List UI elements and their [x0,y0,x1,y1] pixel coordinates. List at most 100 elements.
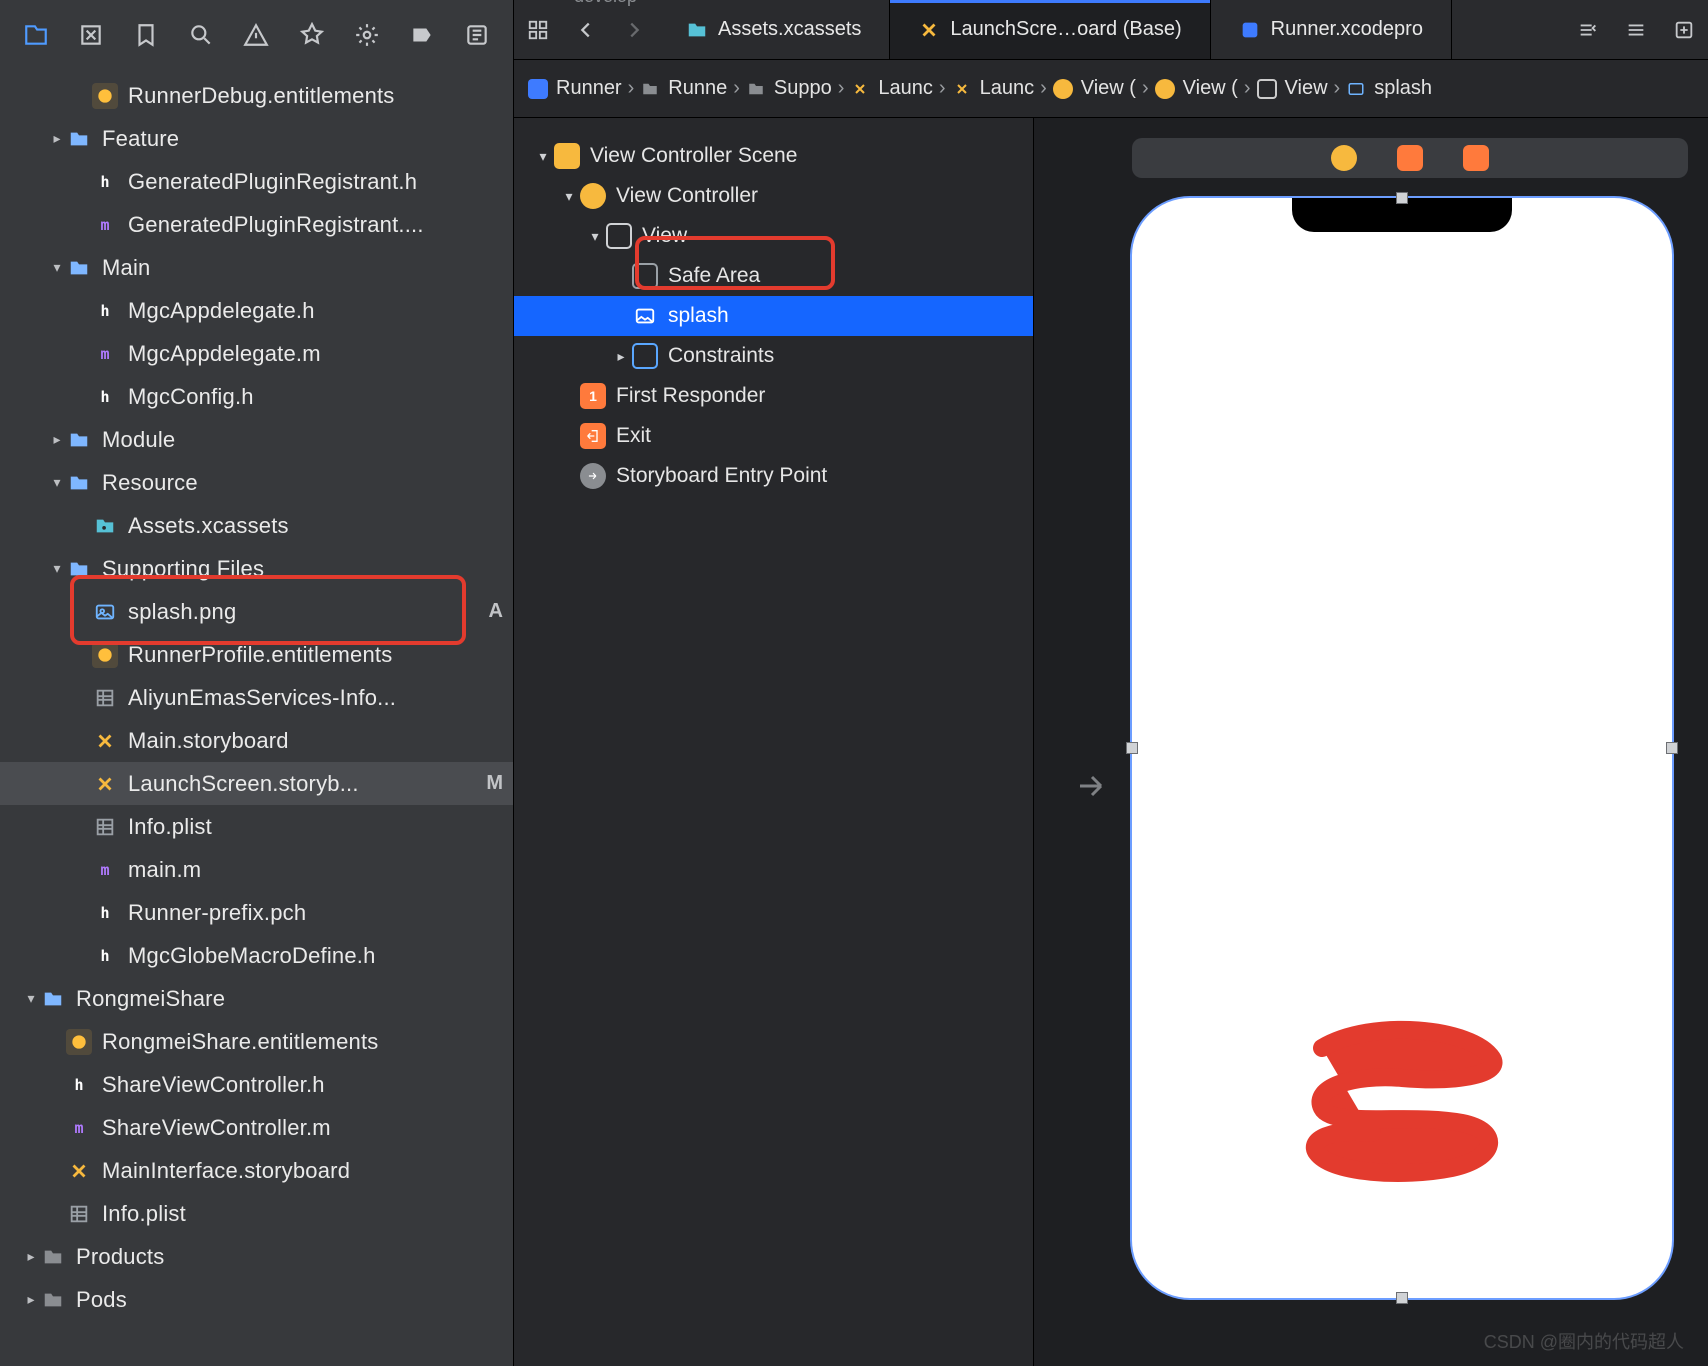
file-tree[interactable]: RunnerDebug.entitlements ▸Feature hGener… [0,70,513,1366]
file-xcassets[interactable]: Assets.xcassets [0,504,513,547]
outline-safe-area[interactable]: Safe Area [514,256,1033,296]
file-header[interactable]: hMgcAppdelegate.h [0,289,513,332]
outline-constraints[interactable]: ▸Constraints [514,336,1033,376]
add-editor-icon[interactable] [1660,0,1708,59]
file-impl[interactable]: mShareViewController.m [0,1106,513,1149]
crumb-splash[interactable]: splash [1346,77,1432,100]
scene-dock[interactable] [1132,138,1688,178]
disclosure-icon[interactable]: ▾ [558,188,580,205]
plist-icon [66,1201,92,1227]
source-control-icon[interactable] [76,20,106,50]
watermark-text: CSDN @圈内的代码超人 [1484,1328,1684,1354]
folder-rongmeishare[interactable]: ▾RongmeiShare [0,977,513,1020]
file-header[interactable]: hMgcGlobeMacroDefine.h [0,934,513,977]
file-header[interactable]: hMgcConfig.h [0,375,513,418]
reports-icon[interactable] [462,20,492,50]
tests-icon[interactable] [297,20,327,50]
file-plist[interactable]: AliyunEmasServices-Info... [0,676,513,719]
outline-exit[interactable]: Exit [514,416,1033,456]
dock-exit-icon[interactable] [1463,145,1489,171]
adjust-editor-icon[interactable] [1612,0,1660,59]
crumb-scene[interactable]: View ( [1053,77,1136,100]
entry-point-arrow-icon[interactable] [1074,768,1110,810]
related-items-icon[interactable] [514,0,562,59]
folder-module[interactable]: ▸Module [0,418,513,461]
tab-launchscreen[interactable]: LaunchScre…oard (Base) [890,0,1210,59]
crumb-vc[interactable]: View ( [1155,77,1238,100]
path-bar[interactable]: Runner› Runne› Suppo› Launc› Launc› View… [514,60,1708,118]
folder-pods[interactable]: ▸Pods [0,1278,513,1321]
file-plist[interactable]: Info.plist [0,1192,513,1235]
disclosure-icon[interactable]: ▸ [22,1248,40,1265]
tab-assets[interactable]: Assets.xcassets [658,0,890,59]
folder-supporting-files[interactable]: ▾Supporting Files [0,547,513,590]
disclosure-icon[interactable]: ▾ [22,990,40,1007]
outline-entry-point[interactable]: Storyboard Entry Point [514,456,1033,496]
crumb-project[interactable]: Runner [528,77,622,100]
resize-handle[interactable] [1396,192,1408,204]
file-splash-png[interactable]: splash.pngA [0,590,513,633]
bookmark-icon[interactable] [131,20,161,50]
find-icon[interactable] [186,20,216,50]
folder-feature[interactable]: ▸Feature [0,117,513,160]
file-impl[interactable]: mmain.m [0,848,513,891]
breakpoints-icon[interactable] [407,20,437,50]
project-navigator-icon[interactable] [21,20,51,50]
dock-first-responder-icon[interactable] [1397,145,1423,171]
file-entitlements[interactable]: RunnerProfile.entitlements [0,633,513,676]
file-impl[interactable]: mGeneratedPluginRegistrant.... [0,203,513,246]
file-plist[interactable]: Info.plist [0,805,513,848]
resize-handle[interactable] [1666,742,1678,754]
disclosure-icon[interactable]: ▸ [48,431,66,448]
device-preview[interactable] [1132,198,1672,1298]
interface-builder-canvas[interactable] [1034,118,1708,1366]
outline-scene[interactable]: ▾View Controller Scene [514,136,1033,176]
forward-icon[interactable] [610,0,658,59]
crumb-view[interactable]: View [1257,77,1328,100]
resize-handle[interactable] [1396,1292,1408,1304]
disclosure-icon[interactable]: ▾ [584,228,606,245]
m-file-icon: m [92,341,118,367]
tab-bar: Assets.xcassets LaunchScre…oard (Base) R… [514,0,1708,60]
crumb-storyboard[interactable]: Launc [850,77,933,100]
recent-files-icon[interactable] [1564,0,1612,59]
file-launchscreen-storyboard[interactable]: LaunchScreen.storyb...M [0,762,513,805]
outline-splash[interactable]: splash [514,296,1033,336]
image-icon [92,599,118,625]
crumb-folder[interactable]: Suppo [746,77,832,100]
h-file-icon: h [92,298,118,324]
document-outline[interactable]: ▾View Controller Scene ▾View Controller … [514,118,1034,1366]
file-storyboard[interactable]: MainInterface.storyboard [0,1149,513,1192]
file-entitlements[interactable]: RongmeiShare.entitlements [0,1020,513,1063]
disclosure-icon[interactable]: ▾ [532,148,554,165]
outline-first-responder[interactable]: 1First Responder [514,376,1033,416]
disclosure-icon[interactable]: ▾ [48,560,66,577]
file-entitlements[interactable]: RunnerDebug.entitlements [0,74,513,117]
tab-runner-project[interactable]: Runner.xcodepro [1211,0,1452,59]
file-impl[interactable]: mMgcAppdelegate.m [0,332,513,375]
dock-vc-icon[interactable] [1331,145,1357,171]
issues-icon[interactable] [241,20,271,50]
file-header[interactable]: hRunner-prefix.pch [0,891,513,934]
resize-handle[interactable] [1126,742,1138,754]
disclosure-icon[interactable]: ▾ [48,259,66,276]
image-icon [632,303,658,329]
disclosure-icon[interactable]: ▾ [48,474,66,491]
disclosure-icon[interactable]: ▸ [48,130,66,147]
file-header[interactable]: hShareViewController.h [0,1063,513,1106]
disclosure-icon[interactable]: ▸ [610,348,632,365]
folder-icon [66,255,92,281]
back-icon[interactable] [562,0,610,59]
file-header[interactable]: hGeneratedPluginRegistrant.h [0,160,513,203]
folder-resource[interactable]: ▾Resource [0,461,513,504]
folder-main[interactable]: ▾Main [0,246,513,289]
disclosure-icon[interactable]: ▸ [22,1291,40,1308]
folder-products[interactable]: ▸Products [0,1235,513,1278]
crumb-storyboard[interactable]: Launc [952,77,1035,100]
view-icon [1257,79,1277,99]
debug-icon[interactable] [352,20,382,50]
file-storyboard[interactable]: Main.storyboard [0,719,513,762]
crumb-folder[interactable]: Runne [640,77,727,100]
outline-view[interactable]: ▾View [514,216,1033,256]
outline-view-controller[interactable]: ▾View Controller [514,176,1033,216]
